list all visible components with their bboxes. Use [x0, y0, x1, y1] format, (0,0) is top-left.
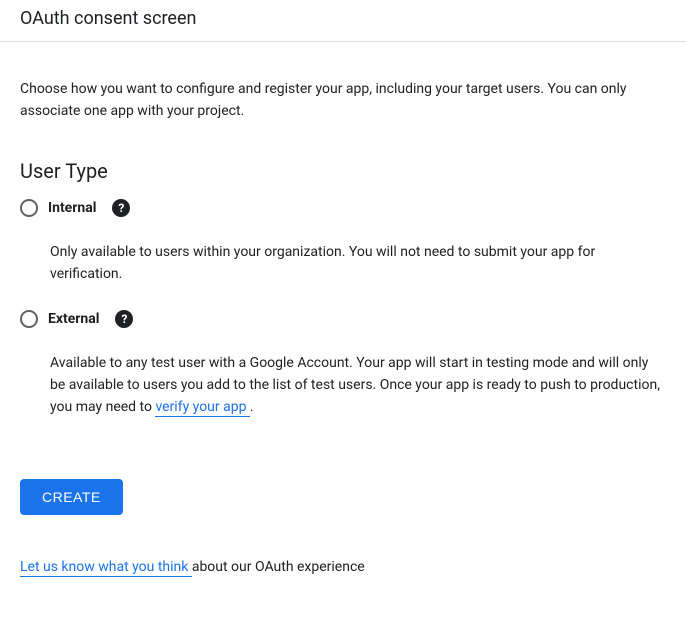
external-desc-part2: .: [250, 399, 254, 415]
help-icon[interactable]: ?: [115, 310, 133, 328]
radio-internal-label: Internal: [48, 200, 96, 216]
radio-internal-description: Only available to users within your orga…: [50, 241, 666, 286]
help-icon-glyph: ?: [121, 312, 127, 326]
help-icon-glyph: ?: [118, 201, 124, 215]
feedback-link[interactable]: Let us know what you think: [20, 559, 192, 577]
radio-external-description: Available to any test user with a Google…: [50, 352, 666, 419]
help-icon[interactable]: ?: [112, 199, 130, 217]
create-button[interactable]: CREATE: [20, 479, 123, 515]
feedback-rest: about our OAuth experience: [192, 559, 365, 575]
radio-external[interactable]: [20, 310, 38, 328]
feedback-row: Let us know what you think about our OAu…: [20, 559, 666, 575]
radio-option-internal: Internal ? Only available to users withi…: [20, 199, 666, 286]
user-type-heading: User Type: [20, 159, 666, 183]
verify-app-link[interactable]: verify your app: [155, 399, 249, 417]
intro-text: Choose how you want to configure and reg…: [20, 78, 660, 123]
external-desc-part1: Available to any test user with a Google…: [50, 355, 660, 416]
radio-external-label: External: [48, 311, 99, 327]
radio-internal[interactable]: [20, 199, 38, 217]
page-title: OAuth consent screen: [20, 8, 666, 29]
radio-option-external: External ? Available to any test user wi…: [20, 310, 666, 419]
